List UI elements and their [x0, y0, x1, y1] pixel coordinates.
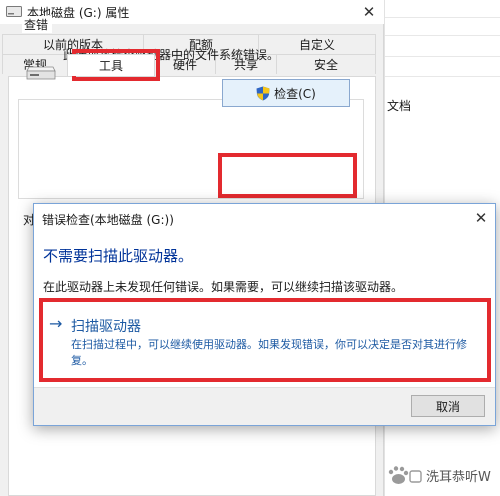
scan-drive-title: 扫描驱动器 — [71, 319, 141, 335]
check-button-label: 检查(C) — [274, 86, 316, 101]
scan-drive-description: 在扫描过程中，可以继续使用驱动器。如果发现错误，你可以决定是否对其进行修复。 — [71, 338, 467, 367]
error-check-dialog: 错误检查(本地磁盘 (G:)) ✕ 不需要扫描此驱动器。 在此驱动器上未发现任何… — [33, 203, 496, 426]
dialog-heading: 不需要扫描此驱动器。 — [43, 247, 194, 265]
baidu-logo-icon — [388, 466, 422, 484]
hard-drive-icon — [26, 66, 56, 80]
dialog-footer: 取消 — [34, 387, 495, 425]
error-check-group — [18, 99, 364, 199]
watermark: 洗耳恭听W — [385, 464, 491, 486]
background-divider — [385, 17, 500, 18]
uac-shield-icon — [256, 86, 270, 100]
arrow-right-icon: → — [49, 314, 63, 333]
tab-security[interactable]: 安全 — [276, 54, 376, 74]
watermark-text: 洗耳恭听W — [426, 469, 491, 485]
dialog-title: 错误检查(本地磁盘 (G:)) — [42, 213, 174, 227]
background-label-documents[interactable]: 文档 — [387, 97, 411, 114]
tab-tools[interactable]: 工具 — [67, 54, 155, 76]
dialog-info-text: 在此驱动器上未发现任何错误。如果需要，可以继续扫描该驱动器。 — [43, 280, 404, 294]
check-button[interactable]: 检查(C) — [222, 79, 350, 107]
error-check-group-title: 查错 — [22, 16, 53, 33]
background-divider — [385, 35, 500, 36]
properties-titlebar: 本地磁盘 (G:) 属性 ✕ — [0, 0, 384, 24]
drive-icon — [6, 6, 22, 17]
close-icon: ✕ — [362, 3, 376, 21]
close-button[interactable]: ✕ — [354, 0, 384, 24]
scan-drive-option[interactable]: → 扫描驱动器 在扫描过程中，可以继续使用驱动器。如果发现错误，你可以决定是否对… — [43, 310, 487, 376]
background-divider — [385, 76, 500, 77]
dialog-close-button[interactable]: ✕ — [466, 205, 496, 231]
background-divider — [385, 56, 500, 57]
cancel-button[interactable]: 取消 — [411, 395, 485, 417]
close-icon: ✕ — [474, 209, 488, 227]
